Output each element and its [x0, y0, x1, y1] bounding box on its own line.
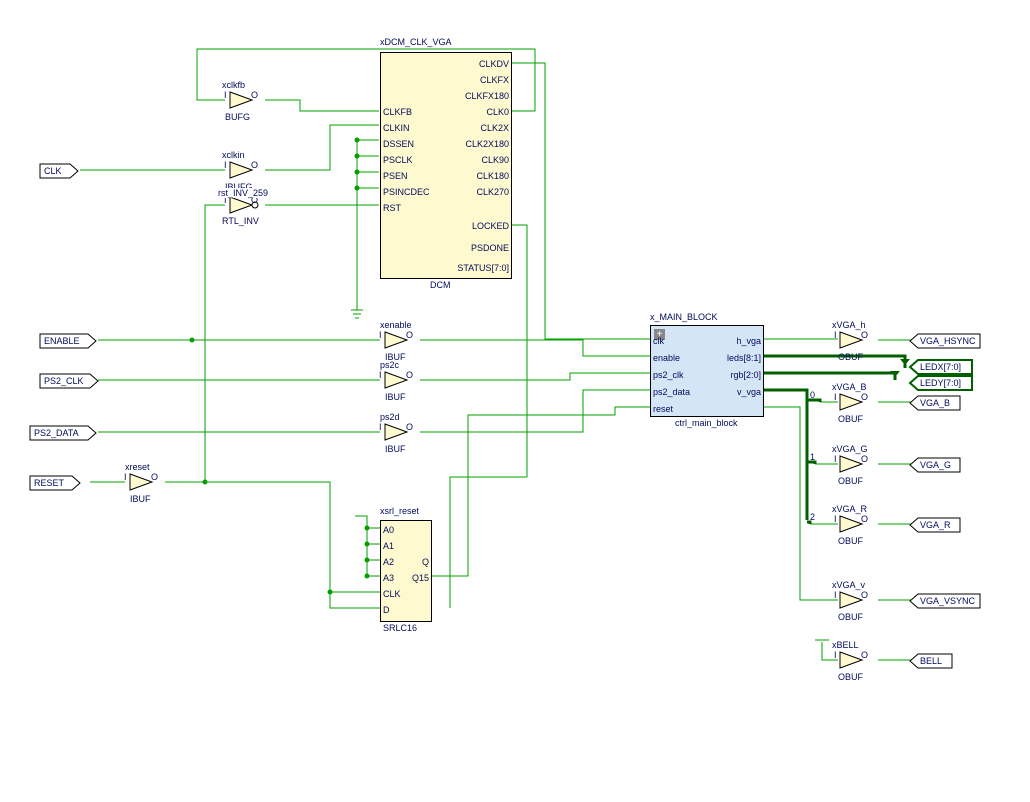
- pad-vgahsync-label: VGA_HSYNC: [920, 336, 976, 346]
- pad-ledx-label: LEDX[7:0]: [920, 362, 961, 372]
- pad-ps2clk-label: PS2_CLK: [44, 376, 84, 386]
- pad-enable-label: ENABLE: [44, 336, 80, 346]
- io-pads: CLK ENABLE PS2_CLK PS2_DATA RESET VGA_HS…: [0, 0, 1030, 683]
- pad-bell-label: BELL: [920, 656, 942, 666]
- pad-vgar-label: VGA_R: [920, 520, 951, 530]
- pad-clk-label: CLK: [44, 166, 62, 176]
- pad-ps2data-label: PS2_DATA: [34, 428, 79, 438]
- pad-ledy-label: LEDY[7:0]: [920, 378, 961, 388]
- pad-vgavsync-label: VGA_VSYNC: [920, 596, 976, 606]
- pad-vgag-label: VGA_G: [920, 460, 951, 470]
- pad-reset-label: RESET: [34, 478, 65, 488]
- pad-vgab-label: VGA_B: [920, 398, 950, 408]
